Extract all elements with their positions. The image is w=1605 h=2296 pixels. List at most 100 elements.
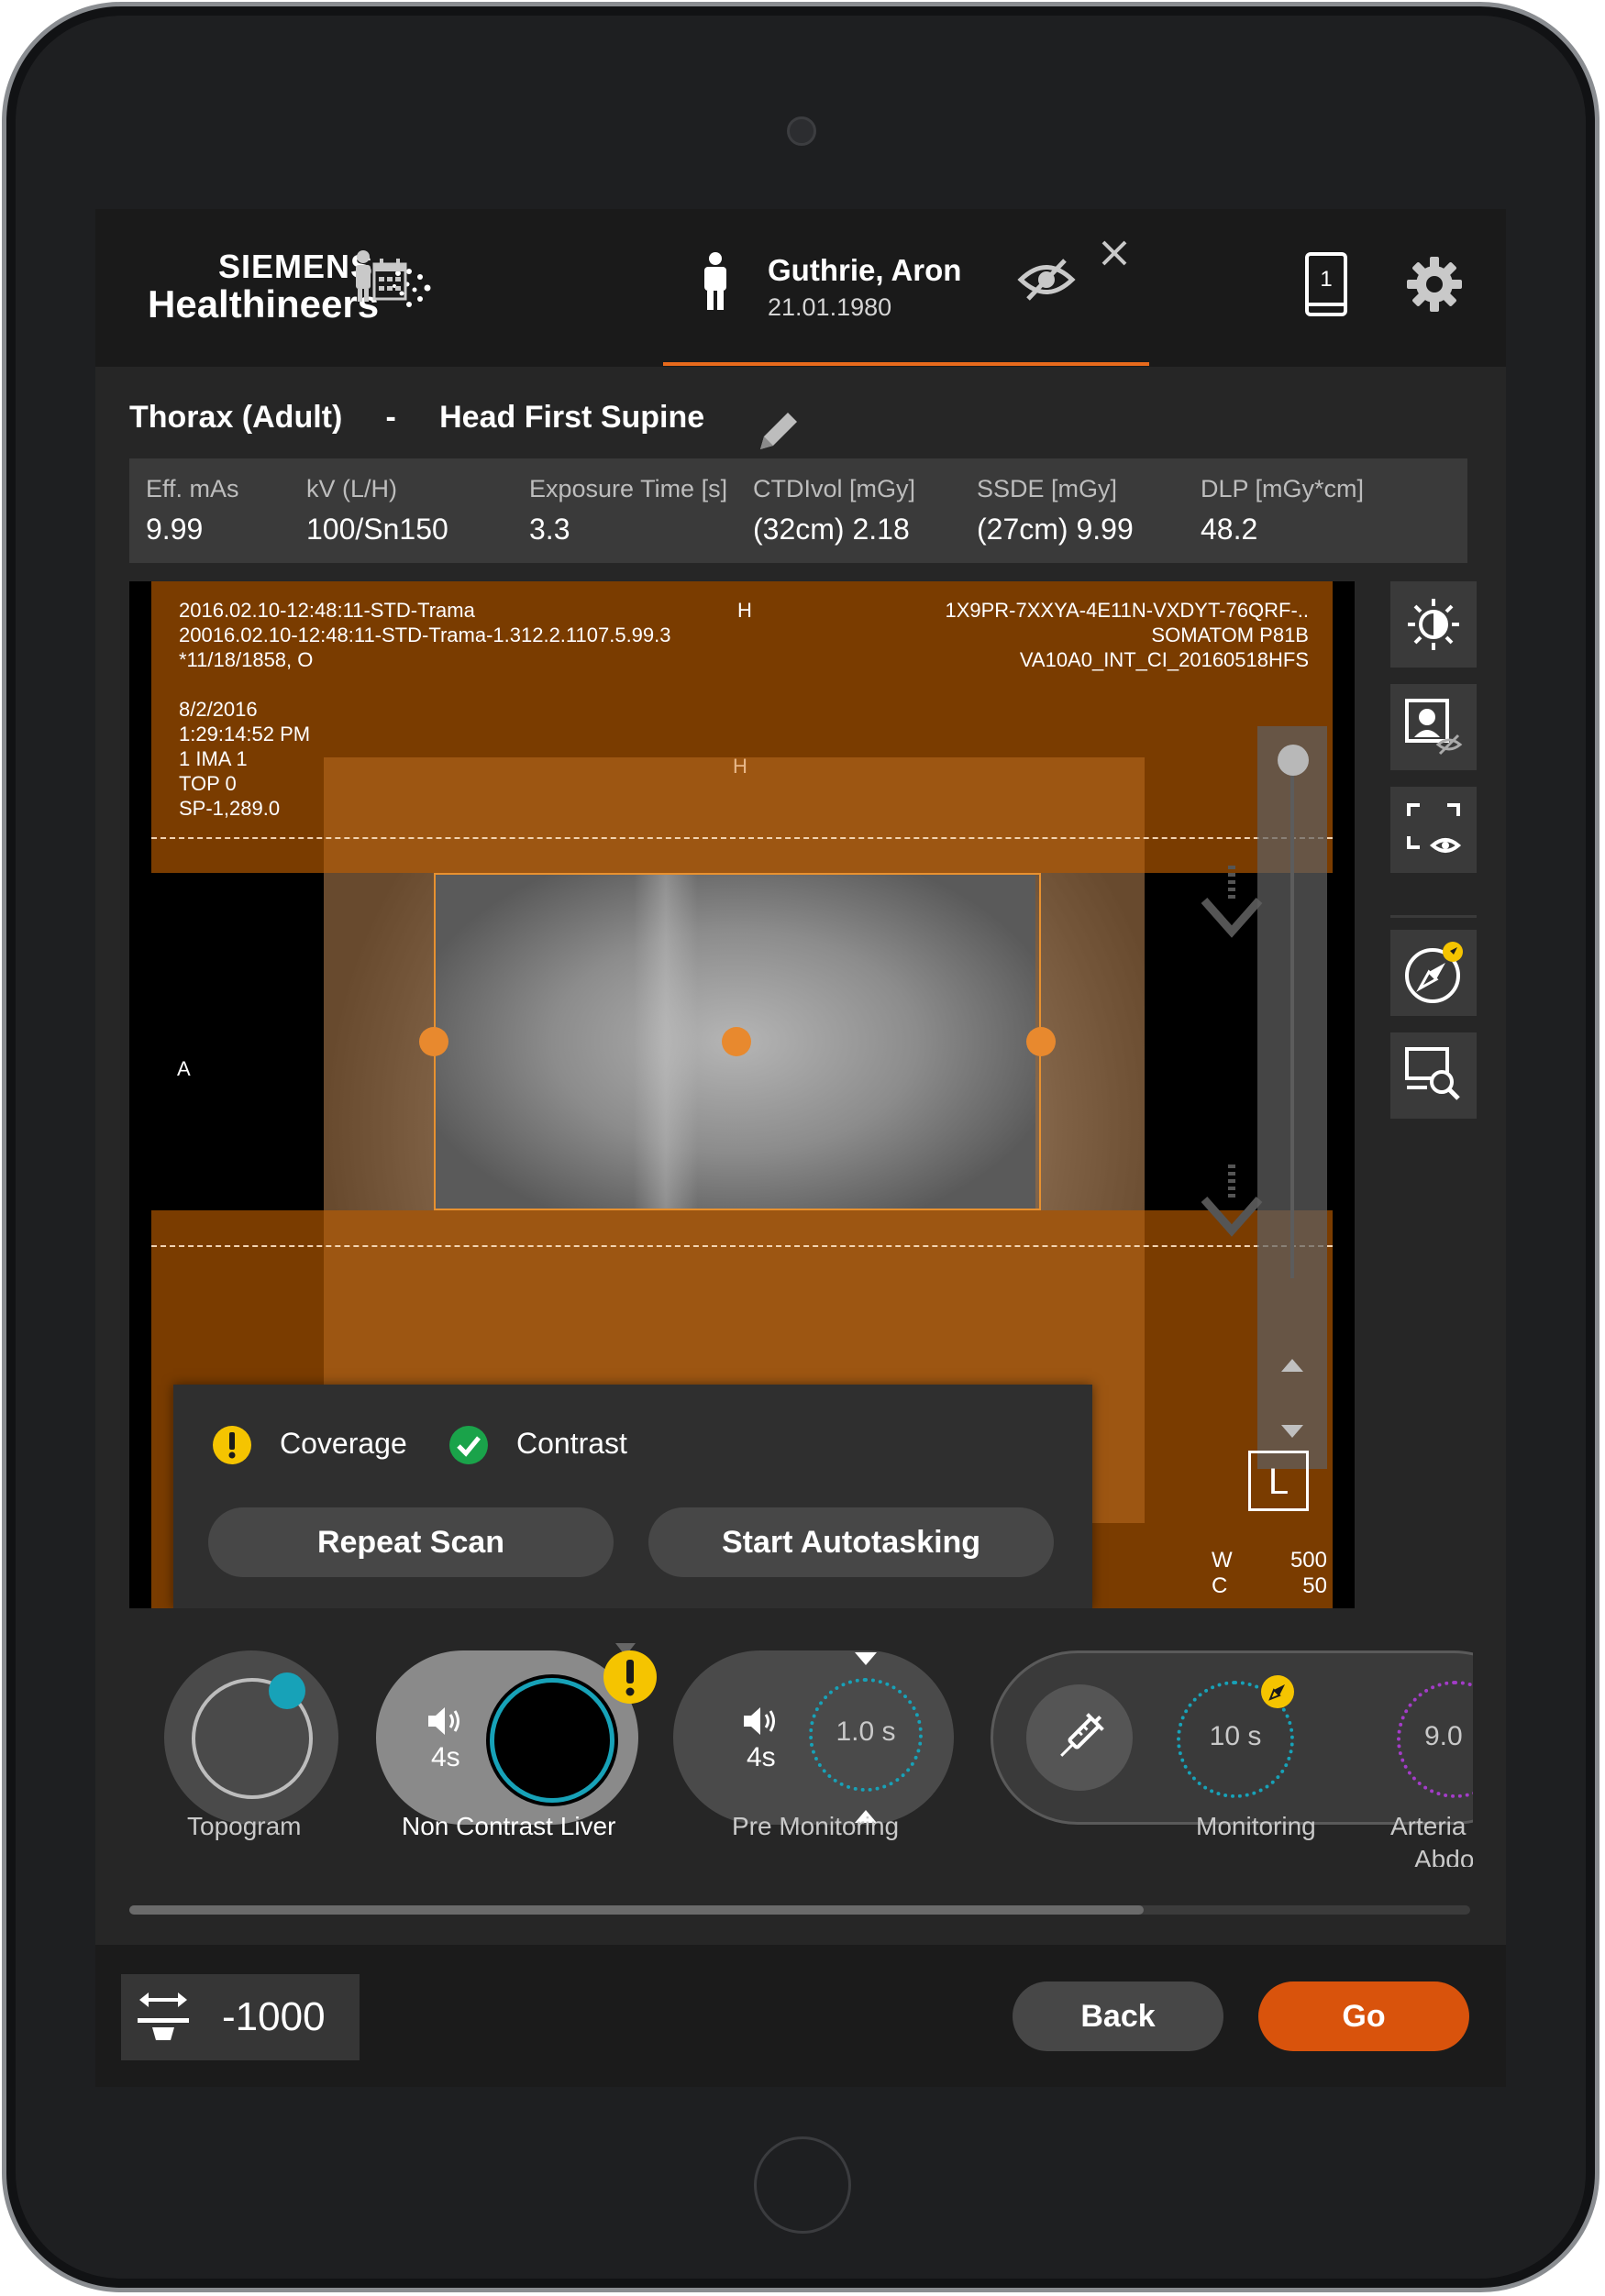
scan-box-handle-right[interactable] xyxy=(1026,1027,1056,1056)
front-camera xyxy=(787,116,816,146)
focus-eye-icon xyxy=(1407,803,1462,853)
range-line-bottom[interactable] xyxy=(151,1245,1333,1247)
fit-view-tool[interactable] xyxy=(1390,787,1477,873)
range-line-top[interactable] xyxy=(151,837,1333,839)
repeat-scan-button[interactable]: Repeat Scan xyxy=(208,1507,614,1577)
scan-box-handle-center[interactable] xyxy=(722,1027,751,1056)
step-non-contrast-liver[interactable]: 4s xyxy=(376,1650,638,1825)
param-label: Exposure Time [s] xyxy=(529,475,728,502)
speaker-icon xyxy=(428,1707,459,1735)
param-label: SSDE [mGy] xyxy=(977,475,1118,502)
brightness-tool[interactable] xyxy=(1390,581,1477,668)
steps-scrollbar[interactable] xyxy=(129,1905,1470,1915)
param-value: 3.3 xyxy=(529,513,570,546)
monitoring-timer-value: 10 s xyxy=(1209,1721,1262,1751)
injector-button[interactable] xyxy=(1026,1684,1133,1791)
scroll-slider-knob[interactable] xyxy=(1278,745,1309,776)
back-button[interactable]: Back xyxy=(1013,1981,1223,2051)
range-down-arrow-icon[interactable] xyxy=(1197,864,1267,941)
contrast-label: Contrast xyxy=(516,1427,627,1460)
window-width-value: 500 xyxy=(1290,1548,1327,1573)
coverage-label: Coverage xyxy=(280,1427,407,1460)
step-label-arterial-line2: Abdo xyxy=(1414,1845,1473,1867)
toolbar-divider xyxy=(1390,915,1477,918)
param-eff-mas: Eff. mAs 9.99 xyxy=(146,475,239,546)
speaker-icon xyxy=(744,1707,775,1735)
compass-icon xyxy=(1405,942,1463,1003)
brightness-icon xyxy=(1408,599,1459,650)
protocol-region: Thorax (Adult) xyxy=(129,400,343,435)
step-group-contrast: 10 s 9.0 xyxy=(991,1650,1473,1825)
window-width-label: W xyxy=(1212,1548,1233,1573)
settings-gear-icon[interactable] xyxy=(1405,255,1464,314)
steps-scrollbar-thumb[interactable] xyxy=(129,1905,1144,1915)
table-move-icon xyxy=(138,1992,189,2040)
step-pre-monitoring[interactable]: 4s 1.0 s xyxy=(673,1650,954,1825)
range-marker-top-icon xyxy=(855,1652,877,1665)
param-kv: kV (L/H) 100/Sn150 xyxy=(306,475,448,546)
scan-parameters-bar: Eff. mAs 9.99 kV (L/H) 100/Sn150 Exposur… xyxy=(129,458,1467,563)
svg-text:1: 1 xyxy=(1320,267,1332,292)
check-ok-icon xyxy=(449,1426,488,1464)
window-center-value: 50 xyxy=(1302,1573,1327,1598)
param-label: DLP [mGy*cm] xyxy=(1201,475,1365,502)
hide-patient-icon[interactable] xyxy=(1017,257,1076,303)
param-value: 48.2 xyxy=(1201,513,1258,546)
param-value: (27cm) 9.99 xyxy=(977,513,1134,546)
step-delay: 4s xyxy=(431,1742,460,1772)
syringe-icon xyxy=(1060,1713,1104,1757)
step-label-topogram: Topogram xyxy=(187,1812,302,1840)
result-check-popup: Coverage Contrast Repeat Scan Start Auto… xyxy=(173,1385,1092,1608)
protocol-position: Head First Supine xyxy=(439,400,705,435)
scroll-down-icon[interactable] xyxy=(1279,1423,1305,1440)
scroll-up-icon[interactable] xyxy=(1279,1357,1305,1374)
param-value: 9.99 xyxy=(146,513,204,546)
patient-dob: 21.01.1980 xyxy=(768,293,892,321)
protocol-title: Thorax (Adult) - Head First Supine xyxy=(129,400,704,436)
param-label: Eff. mAs xyxy=(146,475,239,502)
table-position-control[interactable]: -1000 xyxy=(121,1974,360,2060)
scan-box-handle-left[interactable] xyxy=(419,1027,448,1056)
image-visibility-icon xyxy=(1405,699,1463,756)
workflow-steps: Topogram 4s Non Contrast Liver 4s 1.0 s … xyxy=(95,1619,1473,1867)
patient-tab-indicator xyxy=(663,362,1149,366)
step-done-indicator xyxy=(269,1672,305,1709)
param-value: (32cm) 2.18 xyxy=(753,513,910,546)
mobile-device-icon[interactable]: 1 xyxy=(1304,251,1348,317)
dicom-orientation-head: H xyxy=(733,755,747,778)
dicom-orientation-top: H xyxy=(737,599,752,622)
start-autotasking-button[interactable]: Start Autotasking xyxy=(648,1507,1054,1577)
zoom-tool[interactable] xyxy=(1390,1032,1477,1119)
topogram-viewer[interactable]: 2016.02.10-12:48:11-STD-Trama 20016.02.1… xyxy=(129,581,1355,1608)
patient-name: Guthrie, Aron xyxy=(768,253,962,287)
edit-pencil-icon[interactable] xyxy=(753,405,804,457)
step-timer-value: 1.0 s xyxy=(836,1716,896,1747)
step-active-ring xyxy=(490,1678,614,1803)
schedule-icon[interactable] xyxy=(350,246,411,306)
param-label: kV (L/H) xyxy=(306,475,398,502)
close-patient-icon[interactable] xyxy=(1100,238,1129,268)
brand-logo-healthineers: Healthineers xyxy=(148,282,380,326)
dicom-info-left: 2016.02.10-12:48:11-STD-Trama 20016.02.1… xyxy=(179,599,671,820)
step-delay: 4s xyxy=(747,1742,776,1772)
go-button[interactable]: Go xyxy=(1258,1981,1469,2051)
step-label-monitoring: Monitoring xyxy=(1196,1812,1316,1840)
scroll-slider-line xyxy=(1290,765,1294,1278)
step-label-pre-monitoring: Pre Monitoring xyxy=(732,1812,900,1840)
bottom-action-bar: -1000 Back Go xyxy=(95,1945,1506,2087)
app-screen: SIEMENS Healthineers Guthrie, Aron 21.01… xyxy=(95,209,1506,2087)
param-ctdivol: CTDIvol [mGy] (32cm) 2.18 xyxy=(753,475,915,546)
warning-icon xyxy=(213,1426,251,1464)
image-hide-tool[interactable] xyxy=(1390,684,1477,770)
table-position-value: -1000 xyxy=(222,1994,326,2039)
arterial-timer-value: 9.0 xyxy=(1424,1721,1463,1751)
param-exposure-time: Exposure Time [s] 3.3 xyxy=(529,475,727,546)
step-label-non-contrast-liver: Non Contrast Liver xyxy=(402,1812,616,1840)
home-button[interactable] xyxy=(754,2136,851,2234)
patient-icon xyxy=(704,252,726,310)
param-value: 100/Sn150 xyxy=(306,513,448,546)
step-topogram[interactable] xyxy=(164,1650,338,1825)
navigator-tool[interactable] xyxy=(1390,930,1477,1016)
range-down-arrow-icon[interactable] xyxy=(1197,1163,1267,1240)
navigation-badge-icon xyxy=(1261,1675,1294,1708)
